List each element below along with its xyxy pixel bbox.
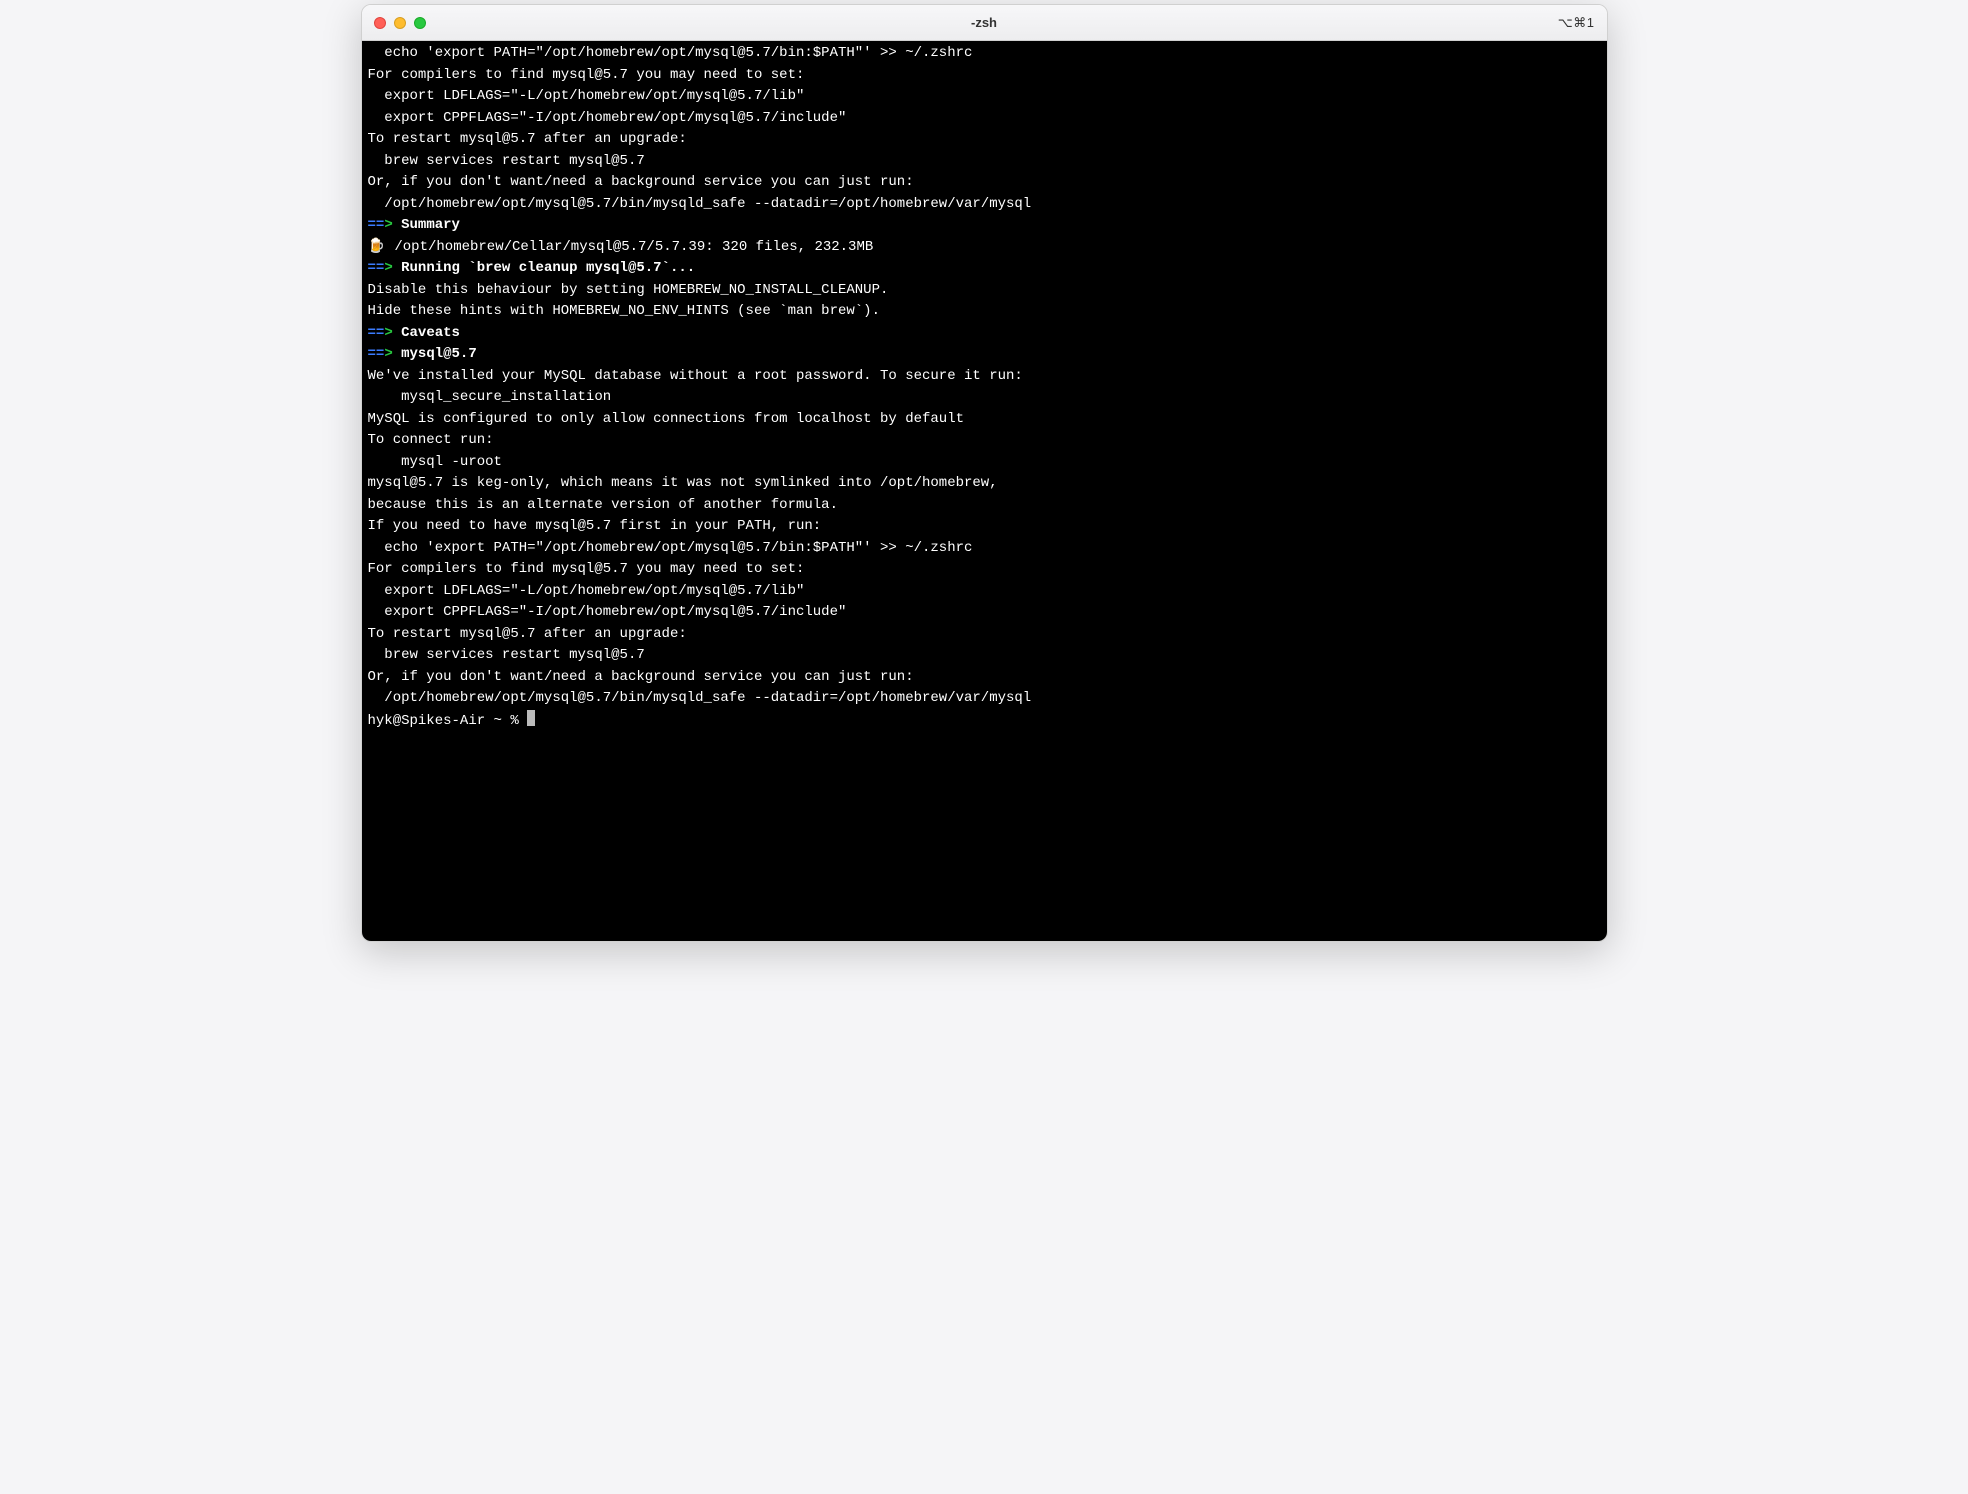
beer-icon: 🍺	[368, 237, 378, 259]
terminal-line: Disable this behaviour by setting HOMEBR…	[368, 280, 1601, 302]
terminal-prompt-line[interactable]: hyk@Spikes-Air ~ %	[368, 710, 1601, 733]
traffic-lights	[374, 17, 426, 29]
section-heading: Summary	[393, 217, 460, 233]
terminal-heading-line: ==> Caveats	[368, 323, 1601, 345]
terminal-heading-line: ==> Summary	[368, 215, 1601, 237]
cursor-icon	[527, 710, 535, 726]
section-heading: Running `brew cleanup mysql@5.7`...	[393, 260, 695, 276]
terminal-line: mysql_secure_installation	[368, 387, 1601, 409]
terminal-heading-line: ==> Running `brew cleanup mysql@5.7`...	[368, 258, 1601, 280]
terminal-line: To connect run:	[368, 430, 1601, 452]
terminal-line: MySQL is configured to only allow connec…	[368, 409, 1601, 431]
terminal-line: /opt/homebrew/opt/mysql@5.7/bin/mysqld_s…	[368, 194, 1601, 216]
terminal-summary-line: 🍺 /opt/homebrew/Cellar/mysql@5.7/5.7.39:…	[368, 237, 1601, 259]
terminal-line: export LDFLAGS="-L/opt/homebrew/opt/mysq…	[368, 86, 1601, 108]
terminal-line: mysql -uroot	[368, 452, 1601, 474]
window-title: -zsh	[971, 15, 997, 30]
terminal-line: echo 'export PATH="/opt/homebrew/opt/mys…	[368, 43, 1601, 65]
terminal-line: export CPPFLAGS="-I/opt/homebrew/opt/mys…	[368, 108, 1601, 130]
section-heading: Caveats	[393, 325, 460, 341]
arrow-icon: >	[384, 217, 392, 233]
terminal-line: brew services restart mysql@5.7	[368, 645, 1601, 667]
terminal-line: Or, if you don't want/need a background …	[368, 667, 1601, 689]
terminal-line: Hide these hints with HOMEBREW_NO_ENV_HI…	[368, 301, 1601, 323]
terminal-window: -zsh ⌥⌘1 echo 'export PATH="/opt/homebre…	[361, 4, 1608, 942]
minimize-window-button[interactable]	[394, 17, 406, 29]
terminal-line: brew services restart mysql@5.7	[368, 151, 1601, 173]
terminal-line: To restart mysql@5.7 after an upgrade:	[368, 624, 1601, 646]
arrow-icon: ==	[368, 260, 385, 276]
close-window-button[interactable]	[374, 17, 386, 29]
arrow-icon: ==	[368, 217, 385, 233]
terminal-line: For compilers to find mysql@5.7 you may …	[368, 65, 1601, 87]
terminal-line: Or, if you don't want/need a background …	[368, 172, 1601, 194]
arrow-icon: >	[384, 346, 392, 362]
terminal-line: If you need to have mysql@5.7 first in y…	[368, 516, 1601, 538]
terminal-content[interactable]: echo 'export PATH="/opt/homebrew/opt/mys…	[362, 41, 1607, 941]
terminal-line: export LDFLAGS="-L/opt/homebrew/opt/mysq…	[368, 581, 1601, 603]
terminal-line: echo 'export PATH="/opt/homebrew/opt/mys…	[368, 538, 1601, 560]
window-shortcut-indicator: ⌥⌘1	[1558, 15, 1595, 31]
terminal-heading-line: ==> mysql@5.7	[368, 344, 1601, 366]
terminal-line: /opt/homebrew/opt/mysql@5.7/bin/mysqld_s…	[368, 688, 1601, 710]
arrow-icon: ==	[368, 325, 385, 341]
summary-text: /opt/homebrew/Cellar/mysql@5.7/5.7.39: 3…	[378, 239, 874, 255]
section-heading: mysql@5.7	[393, 346, 477, 362]
window-titlebar[interactable]: -zsh ⌥⌘1	[362, 5, 1607, 41]
terminal-line: We've installed your MySQL database with…	[368, 366, 1601, 388]
arrow-icon: >	[384, 260, 392, 276]
terminal-line: To restart mysql@5.7 after an upgrade:	[368, 129, 1601, 151]
terminal-line: mysql@5.7 is keg-only, which means it wa…	[368, 473, 1601, 495]
arrow-icon: >	[384, 325, 392, 341]
arrow-icon: ==	[368, 346, 385, 362]
terminal-line: because this is an alternate version of …	[368, 495, 1601, 517]
maximize-window-button[interactable]	[414, 17, 426, 29]
terminal-line: For compilers to find mysql@5.7 you may …	[368, 559, 1601, 581]
shell-prompt: hyk@Spikes-Air ~ %	[368, 713, 528, 729]
terminal-line: export CPPFLAGS="-I/opt/homebrew/opt/mys…	[368, 602, 1601, 624]
